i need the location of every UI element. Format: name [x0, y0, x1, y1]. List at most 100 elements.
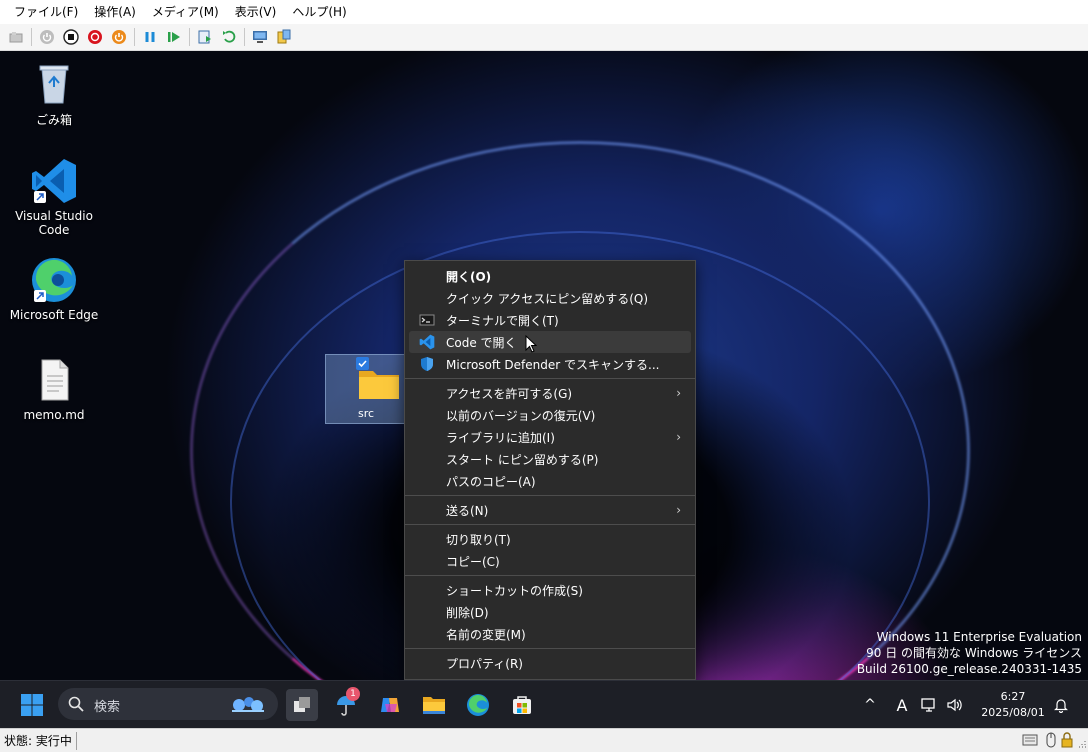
ctrl-alt-del-icon[interactable]	[6, 27, 26, 47]
vm-screen[interactable]: ごみ箱 Visual Studio Code Microsoft Edge me…	[0, 51, 1088, 728]
checkpoint-icon[interactable]	[195, 27, 215, 47]
menu-item-cut[interactable]: 切り取り(T)	[409, 528, 691, 550]
menu-item-copy-path[interactable]: パスのコピー(A)	[409, 470, 691, 492]
notification-bell-icon[interactable]	[1048, 689, 1074, 721]
taskbar: 検索 1 ^ A 6:27 2025/08/01	[0, 680, 1088, 728]
menu-item-create-shortcut[interactable]: ショートカットの作成(S)	[409, 579, 691, 601]
defender-shield-icon	[419, 356, 435, 372]
pause-icon[interactable]	[140, 27, 160, 47]
chevron-up-icon: ^	[864, 697, 876, 713]
shutdown-icon[interactable]	[85, 27, 105, 47]
menu-separator	[405, 575, 695, 576]
search-placeholder: 検索	[94, 700, 121, 715]
store-icon	[513, 696, 531, 714]
taskbar-search[interactable]: 検索	[58, 688, 278, 720]
menu-item-label: 開く(O)	[446, 269, 492, 284]
enhanced-session-icon[interactable]	[250, 27, 270, 47]
menu-item-label: アクセスを許可する(G)	[446, 386, 573, 401]
menu-item-label: 切り取り(T)	[446, 532, 511, 547]
menu-item-label: 送る(N)	[446, 503, 489, 518]
desktop-icon-label: Microsoft Edge	[9, 308, 99, 322]
file-explorer-button[interactable]	[418, 689, 450, 721]
folder-icon	[357, 365, 401, 404]
share-icon[interactable]	[274, 27, 294, 47]
task-view-icon	[294, 697, 310, 712]
turn-off-icon[interactable]	[61, 27, 81, 47]
taskbar-clock[interactable]: 6:27 2025/08/01	[978, 689, 1048, 721]
edge-icon	[30, 256, 78, 304]
menu-item-label: スタート にピン留めする(P)	[446, 452, 599, 467]
vscode-icon	[30, 157, 78, 205]
terminal-icon	[419, 312, 435, 328]
menu-item-label: ターミナルで開く(T)	[446, 313, 559, 328]
host-toolbar	[0, 24, 1088, 51]
menu-item-restore-previous[interactable]: 以前のバージョンの復元(V)	[409, 404, 691, 426]
menu-media[interactable]: メディア(M)	[144, 0, 227, 24]
host-status-bar: 状態: 実行中	[0, 728, 1088, 752]
watermark-line: 90 日 の間有効な Windows ライセンス	[866, 646, 1082, 660]
desktop-icon-edge[interactable]: Microsoft Edge	[6, 256, 102, 322]
menu-item-label: 以前のバージョンの復元(V)	[446, 408, 596, 423]
search-highlight-icon	[230, 693, 266, 718]
desktop-icon-label: ごみ箱	[35, 113, 72, 127]
menu-item-pin-start[interactable]: スタート にピン留めする(P)	[409, 448, 691, 470]
widgets-button[interactable]: 1	[330, 687, 362, 721]
menu-item-include-library[interactable]: ライブラリに追加(I) ›	[409, 426, 691, 448]
menu-item-defender-scan[interactable]: Microsoft Defender でスキャンする...	[409, 353, 691, 375]
lock-icon	[1060, 732, 1074, 751]
start-icon[interactable]	[37, 27, 57, 47]
watermark-line: Windows 11 Enterprise Evaluation	[876, 630, 1082, 644]
menu-item-rename[interactable]: 名前の変更(M)	[409, 623, 691, 645]
start-button[interactable]	[16, 689, 48, 721]
edge-icon	[467, 694, 489, 716]
task-view-button[interactable]	[286, 689, 318, 721]
menu-item-label: クイック アクセスにピン留めする(Q)	[446, 291, 649, 306]
desktop-folder-src[interactable]: src	[325, 354, 407, 424]
menu-separator	[405, 378, 695, 379]
tray-overflow-button[interactable]: ^	[854, 689, 886, 721]
resume-icon[interactable]	[164, 27, 184, 47]
toolbar-separator	[189, 28, 190, 46]
desktop-icon-label: memo.md	[23, 408, 85, 422]
chevron-right-icon: ›	[676, 503, 681, 517]
shortcut-arrow-icon	[34, 290, 46, 302]
keyboard-icon	[1022, 733, 1038, 750]
store-button[interactable]	[506, 689, 538, 721]
menu-item-pin-quick-access[interactable]: クイック アクセスにピン留めする(Q)	[409, 287, 691, 309]
menu-help[interactable]: ヘルプ(H)	[284, 0, 354, 24]
ime-indicator[interactable]: A	[886, 689, 918, 721]
menu-item-open-terminal[interactable]: ターミナルで開く(T)	[409, 309, 691, 331]
clock-time: 6:27	[1000, 690, 1026, 703]
menu-item-give-access[interactable]: アクセスを許可する(G) ›	[409, 382, 691, 404]
copilot-button[interactable]	[374, 689, 406, 721]
menu-item-label: Microsoft Defender でスキャンする...	[446, 357, 660, 372]
menu-item-label: ライブラリに追加(I)	[446, 430, 555, 445]
menu-item-delete[interactable]: 削除(D)	[409, 601, 691, 623]
menu-item-send-to[interactable]: 送る(N) ›	[409, 499, 691, 521]
desktop-icon-vscode[interactable]: Visual Studio Code	[6, 157, 102, 237]
menu-item-copy[interactable]: コピー(C)	[409, 550, 691, 572]
resize-grip-icon[interactable]	[1076, 737, 1086, 751]
menu-item-open[interactable]: 開く(O)	[409, 265, 691, 287]
network-icon[interactable]	[918, 689, 940, 721]
ime-mode-label: A	[896, 695, 908, 715]
recycle-bin-icon	[30, 59, 78, 107]
menu-view[interactable]: 表示(V)	[227, 0, 285, 24]
clock-date: 2025/08/01	[981, 706, 1045, 719]
edge-button[interactable]	[462, 689, 494, 721]
volume-icon[interactable]	[944, 689, 966, 721]
toolbar-separator	[134, 28, 135, 46]
desktop-icon-memo[interactable]: memo.md	[6, 356, 102, 422]
toolbar-separator	[31, 28, 32, 46]
toolbar-separator	[244, 28, 245, 46]
desktop-icon-recycle-bin[interactable]: ごみ箱	[6, 59, 102, 128]
power-reset-icon[interactable]	[109, 27, 129, 47]
menu-item-open-with-code[interactable]: Code で開く	[409, 331, 691, 353]
menu-action[interactable]: 操作(A)	[86, 0, 144, 24]
revert-icon[interactable]	[219, 27, 239, 47]
desktop-icon-label: src	[357, 407, 375, 420]
menu-file[interactable]: ファイル(F)	[6, 0, 86, 24]
menu-item-label: コピー(C)	[446, 554, 500, 569]
vscode-icon	[419, 334, 435, 350]
menu-item-properties[interactable]: プロパティ(R)	[409, 652, 691, 674]
